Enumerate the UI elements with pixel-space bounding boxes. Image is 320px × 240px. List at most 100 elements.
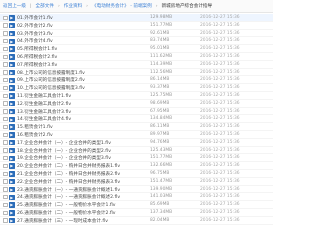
file-name[interactable]: 10.上市公司的信息披露制度3.flv <box>17 85 85 91</box>
file-row[interactable]: ▶ 18.企业合并会计（一）- 企业合并的类型2.flv 125.43MB 2016-… <box>0 147 273 155</box>
file-name[interactable]: 13.衍生金融工具会计3.flv <box>17 109 71 115</box>
row-checkbox[interactable] <box>3 31 8 36</box>
file-row[interactable]: ▶ 24.通货膨胀会计（一）- 一通货膨胀会计概述2.flv 141.03MB 201… <box>0 193 273 202</box>
file-name[interactable]: 25.通货膨胀会计（二）- 一般物价水平会计1.flv <box>17 202 116 208</box>
file-size: 89.97MB <box>150 131 170 137</box>
file-date: 2016-12-27 15:36 <box>200 61 240 67</box>
video-file-icon: ▶ <box>9 100 15 107</box>
file-row[interactable]: ▶ 27.通货膨胀会计（三）- 一现时成本会计.flv 82.04MB 2016-12… <box>0 217 273 225</box>
file-row[interactable]: ▶ 25.通货膨胀会计（二）- 一般物价水平会计1.flv 85.69MB 2016-… <box>0 201 273 209</box>
file-row[interactable]: ▶ 17.企业合并会计（一）- 企业合并的类型1.flv 94.76MB 2016-1… <box>0 139 273 147</box>
video-file-icon: ▶ <box>9 116 15 123</box>
breadcrumb-back[interactable]: 返回上一级 <box>3 3 26 9</box>
file-name[interactable]: 05.所得税会计1.flv <box>17 46 57 52</box>
row-checkbox[interactable] <box>3 101 8 106</box>
file-name[interactable]: 27.通货膨胀会计（三）- 一现时成本会计.flv <box>17 218 108 224</box>
file-name[interactable]: 12.衍生金融工具会计2.flv <box>17 101 71 107</box>
breadcrumb-item[interactable]: 《电动财务会计》 - 前端案例 <box>92 3 152 9</box>
row-checkbox[interactable] <box>3 54 8 60</box>
file-name[interactable]: 06.所得税会计2.flv <box>17 54 57 60</box>
file-name[interactable]: 24.通货膨胀会计（一）- 一通货膨胀会计概述2.flv <box>17 194 120 200</box>
file-size: 112.56MB <box>150 69 173 75</box>
file-row[interactable]: ▶ 16.租赁会计2.flv 89.97MB 2016-12-27 15:36 <box>0 131 273 139</box>
file-name[interactable]: 08.上市公司的信息披露制度1.flv <box>17 70 85 76</box>
file-row[interactable]: ▶ 14.衍生金融工具会计4.flv 134.84MB 2016-12-27 15:3… <box>0 115 273 124</box>
file-name[interactable]: 21.企业合并会计（二）- 购并日合并财务报表2.flv <box>17 171 120 177</box>
file-name[interactable]: 01.外币会计1.flv <box>17 15 53 21</box>
file-row[interactable]: ▶ 26.通货膨胀会计（二）- 一般物价水平会计2.flv 137.34MB 2016… <box>0 209 273 217</box>
file-name[interactable]: 07.所得税会计3.flv <box>17 62 57 68</box>
row-checkbox[interactable] <box>3 218 8 223</box>
file-row[interactable]: ▶ 23.通货膨胀会计（一）- 一通货膨胀会计概述1.flv 139.90MB 201… <box>0 186 273 194</box>
file-row[interactable]: ▶ 13.衍生金融工具会计3.flv 67.95MB 2016-12-27 15:36 <box>0 108 273 116</box>
file-row[interactable]: ▶ 20.企业合并会计（二）- 购并日合并财务报表1.flv 132.66MB 201… <box>0 162 273 170</box>
file-name[interactable]: 15.租赁会计1.flv <box>17 124 53 130</box>
file-row[interactable]: ▶ 01.外币会计1.flv 129.98MB 2016-12-27 15:36 <box>0 14 273 22</box>
file-date: 2016-12-27 15:36 <box>200 124 240 130</box>
row-checkbox[interactable] <box>3 179 8 184</box>
row-checkbox[interactable] <box>3 70 8 75</box>
file-row[interactable]: ▶ 19.企业合并会计（一）- 企业合并的类型3.flv 151.77MB 2016-… <box>0 154 273 163</box>
file-row[interactable]: ▶ 07.所得税会计3.flv 114.39MB 2016-12-27 15:36 <box>0 61 273 69</box>
row-checkbox[interactable] <box>3 93 8 99</box>
row-checkbox[interactable] <box>3 38 8 44</box>
row-checkbox[interactable] <box>3 116 8 122</box>
file-name[interactable]: 02.外币会计2.flv <box>17 23 53 29</box>
row-checkbox[interactable] <box>3 15 8 21</box>
file-row[interactable]: ▶ 10.上市公司的信息披露制度3.flv 93.37MB 2016-12-27 15… <box>0 84 273 92</box>
file-name[interactable]: 16.租赁会计2.flv <box>17 132 53 138</box>
file-date: 2016-12-27 15:36 <box>200 170 240 176</box>
file-date: 2016-12-27 15:36 <box>200 69 240 75</box>
file-row[interactable]: ▶ 15.租赁会计1.flv 86.11MB 2016-12-27 15:36 <box>0 123 273 131</box>
breadcrumb: 返回上一级 | 全部文件 › 作业资料 › 《电动财务会计》 - 前端案例 › … <box>0 0 273 13</box>
file-name[interactable]: 22.企业合并会计（二）- 购并日合并财务报表3.flv <box>17 179 120 185</box>
file-name[interactable]: 26.通货膨胀会计（二）- 一般物价水平会计2.flv <box>17 210 116 216</box>
file-row[interactable]: ▶ 06.所得税会计2.flv 111.62MB 2016-12-27 15:36 <box>0 53 273 61</box>
file-row[interactable]: ▶ 21.企业合并会计（二）- 购并日合并财务报表2.flv 96.75MB 2016… <box>0 170 273 178</box>
row-checkbox[interactable] <box>3 155 8 161</box>
file-row[interactable]: ▶ 04.外币会计4.flv 83.74MB 2016-12-27 15:36 <box>0 37 273 46</box>
row-checkbox[interactable] <box>3 163 8 169</box>
file-row[interactable]: ▶ 09.上市公司的信息披露制度2.flv 86.14MB 2016-12-27 15… <box>0 76 273 85</box>
breadcrumb-item[interactable]: 作业资料 <box>64 3 82 9</box>
file-row[interactable]: ▶ 22.企业合并会计（二）- 购并日合并财务报表3.flv 151.47MB 201… <box>0 178 273 186</box>
video-file-icon: ▶ <box>9 77 15 84</box>
row-checkbox[interactable] <box>3 77 8 83</box>
row-checkbox[interactable] <box>3 62 8 67</box>
breadcrumb-item[interactable]: 全部文件 <box>36 3 54 9</box>
file-name[interactable]: 09.上市公司的信息披露制度2.flv <box>17 77 85 83</box>
row-checkbox[interactable] <box>3 148 8 153</box>
row-checkbox[interactable] <box>3 23 8 28</box>
file-row[interactable]: ▶ 12.衍生金融工具会计2.flv 98.69MB 2016-12-27 15:36 <box>0 100 273 108</box>
file-name[interactable]: 18.企业合并会计（一）- 企业合并的类型2.flv <box>17 148 111 154</box>
file-name[interactable]: 14.衍生金融工具会计4.flv <box>17 116 71 122</box>
row-checkbox[interactable] <box>3 46 8 52</box>
file-name[interactable]: 03.外币会计3.flv <box>17 31 53 37</box>
breadcrumb-separator: › <box>86 3 89 9</box>
row-checkbox[interactable] <box>3 210 8 216</box>
row-checkbox[interactable] <box>3 132 8 138</box>
row-checkbox[interactable] <box>3 140 8 145</box>
file-row[interactable]: ▶ 02.外币会计2.flv 151.77MB 2016-12-27 15:36 <box>0 22 273 30</box>
row-checkbox[interactable] <box>3 194 8 200</box>
file-row[interactable]: ▶ 03.外币会计3.flv 92.61MB 2016-12-27 15:36 <box>0 30 273 38</box>
file-name[interactable]: 19.企业合并会计（一）- 企业合并的类型3.flv <box>17 155 111 161</box>
file-name[interactable]: 11.衍生金融工具会计1.flv <box>17 93 71 99</box>
row-checkbox[interactable] <box>3 109 8 114</box>
row-checkbox[interactable] <box>3 187 8 192</box>
file-row[interactable]: ▶ 05.所得税会计1.flv 95.01MB 2016-12-27 15:36 <box>0 45 273 53</box>
file-date: 2016-12-27 15:36 <box>200 163 240 169</box>
file-name[interactable]: 17.企业合并会计（一）- 企业合并的类型1.flv <box>17 140 111 146</box>
file-name[interactable]: 04.外币会计4.flv <box>17 38 53 44</box>
file-size: 111.62MB <box>150 53 173 59</box>
file-date: 2016-12-27 15:36 <box>200 85 240 91</box>
row-checkbox[interactable] <box>3 171 8 177</box>
file-row[interactable]: ▶ 11.衍生金融工具会计1.flv 125.75MB 2016-12-27 15:3… <box>0 92 273 100</box>
file-row[interactable]: ▶ 08.上市公司的信息披露制度1.flv 112.56MB 2016-12-27 1… <box>0 69 273 77</box>
row-checkbox[interactable] <box>3 124 8 130</box>
file-name[interactable]: 20.企业合并会计（二）- 购并日合并财务报表1.flv <box>17 163 120 169</box>
video-file-icon: ▶ <box>9 93 15 99</box>
row-checkbox[interactable] <box>3 202 8 208</box>
file-name[interactable]: 23.通货膨胀会计（一）- 一通货膨胀会计概述1.flv <box>17 187 120 193</box>
row-checkbox[interactable] <box>3 85 8 91</box>
